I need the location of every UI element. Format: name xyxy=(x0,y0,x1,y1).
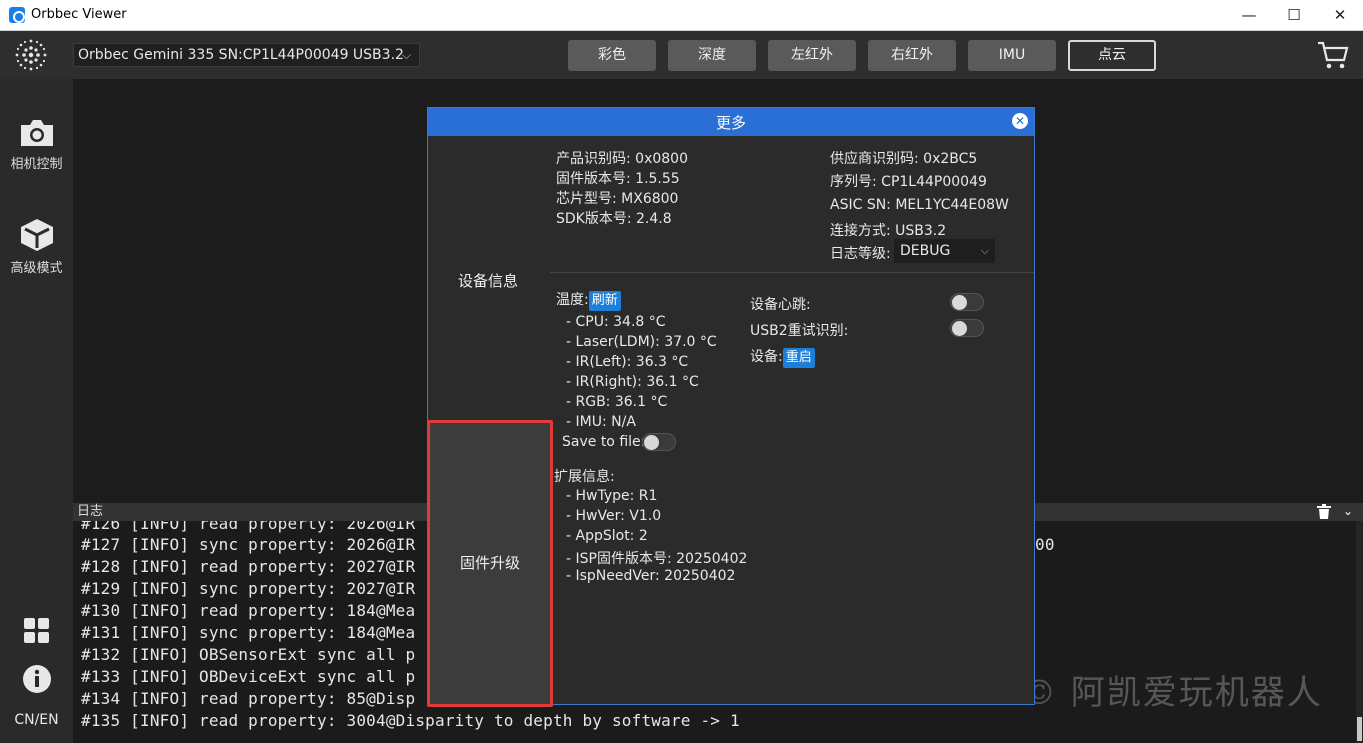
title-bar: Orbbec Viewer — ☐ ✕ xyxy=(0,0,1363,31)
info-icon[interactable] xyxy=(22,664,52,694)
save-to-file-label: Save to file: xyxy=(562,434,646,450)
product-id: 产品识别码: 0x0800 xyxy=(556,151,688,167)
window-title: Orbbec Viewer xyxy=(31,7,127,22)
save-to-file-toggle[interactable] xyxy=(642,433,676,451)
device-select[interactable]: Orbbec Gemini 335 SN:CP1L44P00049 USB3.2… xyxy=(73,43,420,67)
connection-type: 连接方式: USB3.2 xyxy=(830,223,947,239)
dialog-title: 更多 xyxy=(428,108,1034,136)
tab-depth[interactable]: 深度 xyxy=(668,40,756,71)
vendor-id: 供应商识别码: 0x2BC5 xyxy=(830,151,978,167)
heartbeat-label: 设备心跳: xyxy=(750,297,811,313)
cube-icon xyxy=(20,219,53,251)
temperature-row: 温度: 刷新 xyxy=(556,289,621,311)
log-line: #133 [INFO] OBDeviceExt sync all p xyxy=(81,667,416,686)
log-line-fragment: 00 xyxy=(1035,535,1055,554)
log-line: #127 [INFO] sync property: 2026@IR xyxy=(81,535,416,554)
usb2-retry-label: USB2重试识别: xyxy=(750,323,849,339)
temp-rgb: - RGB: 36.1 °C xyxy=(566,394,668,410)
temp-laser: - Laser(LDM): 37.0 °C xyxy=(566,334,717,350)
log-line: #132 [INFO] OBSensorExt sync all p xyxy=(81,645,416,664)
close-icon[interactable]: ✕ xyxy=(1012,113,1028,129)
orbbec-logo-icon xyxy=(15,39,47,71)
ext-info-title: 扩展信息: xyxy=(554,469,615,485)
chevron-down-icon: ⌵ xyxy=(980,244,989,257)
language-toggle[interactable]: CN/EN xyxy=(0,712,73,728)
tab-imu[interactable]: IMU xyxy=(968,40,1056,71)
log-line: #129 [INFO] sync property: 2027@IR xyxy=(81,579,416,598)
nav-firmware-upgrade[interactable]: 固件升级 xyxy=(427,420,553,707)
log-line: #130 [INFO] read property: 184@Mea xyxy=(81,601,416,620)
ext-hwver: - HwVer: V1.0 xyxy=(566,508,662,524)
sidebar-item-advanced-mode[interactable]: 高级模式 xyxy=(0,217,73,276)
separator xyxy=(550,272,1034,273)
more-dialog: 更多 ✕ 设备信息 固件升级 产品识别码: 0x0800 固件版本号: 1.5.… xyxy=(427,107,1035,707)
trash-icon[interactable] xyxy=(1317,504,1331,519)
camera-icon xyxy=(20,120,53,146)
log-line: #134 [INFO] read property: 85@Disp xyxy=(81,689,416,708)
tab-point-cloud[interactable]: 点云 xyxy=(1068,40,1156,71)
ext-isp-need-ver: - IspNeedVer: 20250402 xyxy=(566,568,736,584)
log-line: #126 [INFO] read property: 2026@IR xyxy=(81,521,416,533)
sidebar-item-camera-control[interactable]: 相机控制 xyxy=(0,117,73,172)
ext-appslot: - AppSlot: 2 xyxy=(566,528,648,544)
watermark: © 阿凯爱玩机器人 xyxy=(1022,673,1323,713)
top-toolbar: Orbbec Gemini 335 SN:CP1L44P00049 USB3.2… xyxy=(0,31,1363,79)
chevron-down-icon: ⌵ xyxy=(401,48,411,62)
minimize-button[interactable]: — xyxy=(1226,0,1272,31)
device-select-value: Orbbec Gemini 335 SN:CP1L44P00049 USB3.2 xyxy=(78,47,404,63)
log-level-label: 日志等级: xyxy=(830,246,891,262)
log-title: 日志 xyxy=(77,504,104,519)
heartbeat-toggle[interactable] xyxy=(950,293,984,311)
ext-isp-fw-version: - ISP固件版本号: 20250402 xyxy=(566,551,748,567)
chip-model: 芯片型号: MX6800 xyxy=(556,191,679,207)
device-label: 设备: xyxy=(750,349,783,365)
tab-left-ir[interactable]: 左红外 xyxy=(768,40,856,71)
ext-hwtype: - HwType: R1 xyxy=(566,488,658,504)
temp-cpu: - CPU: 34.8 °C xyxy=(566,314,666,330)
asic-sn: ASIC SN: MEL1YC44E08W xyxy=(830,197,1009,213)
temperature-label: 温度: xyxy=(556,292,589,308)
log-scrollbar[interactable] xyxy=(1356,521,1363,743)
close-button[interactable]: ✕ xyxy=(1317,0,1363,31)
usb2-retry-toggle[interactable] xyxy=(950,319,984,337)
tab-color[interactable]: 彩色 xyxy=(568,40,656,71)
nav-device-info[interactable]: 设备信息 xyxy=(428,270,548,291)
grid-icon[interactable] xyxy=(24,618,50,644)
temp-ir-right: - IR(Right): 36.1 °C xyxy=(566,374,699,390)
device-row: 设备: 重启 xyxy=(750,346,815,368)
temp-imu: - IMU: N/A xyxy=(566,414,636,430)
cart-icon[interactable] xyxy=(1316,39,1350,71)
chevron-down-icon[interactable]: ⌄ xyxy=(1343,503,1353,520)
log-level-value: DEBUG xyxy=(900,243,951,259)
temp-ir-left: - IR(Left): 36.3 °C xyxy=(566,354,689,370)
app-icon xyxy=(9,7,25,23)
maximize-button[interactable]: ☐ xyxy=(1271,0,1317,31)
scrollbar-thumb[interactable] xyxy=(1357,717,1362,741)
sidebar: 相机控制 高级模式 CN/EN xyxy=(0,79,73,743)
log-line: #128 [INFO] read property: 2027@IR xyxy=(81,557,416,576)
sidebar-item-label: 相机控制 xyxy=(10,157,63,172)
serial-number: 序列号: CP1L44P00049 xyxy=(830,174,987,190)
reboot-button[interactable]: 重启 xyxy=(782,348,815,368)
sidebar-item-label: 高级模式 xyxy=(10,261,63,276)
refresh-button[interactable]: 刷新 xyxy=(588,291,621,311)
log-line: #135 [INFO] read property: 3004@Disparit… xyxy=(81,711,740,730)
log-line: #131 [INFO] sync property: 184@Mea xyxy=(81,623,416,642)
sdk-version: SDK版本号: 2.4.8 xyxy=(556,211,672,227)
firmware-version: 固件版本号: 1.5.55 xyxy=(556,171,680,187)
tab-right-ir[interactable]: 右红外 xyxy=(868,40,956,71)
log-level-select[interactable]: DEBUG ⌵ xyxy=(894,239,995,263)
